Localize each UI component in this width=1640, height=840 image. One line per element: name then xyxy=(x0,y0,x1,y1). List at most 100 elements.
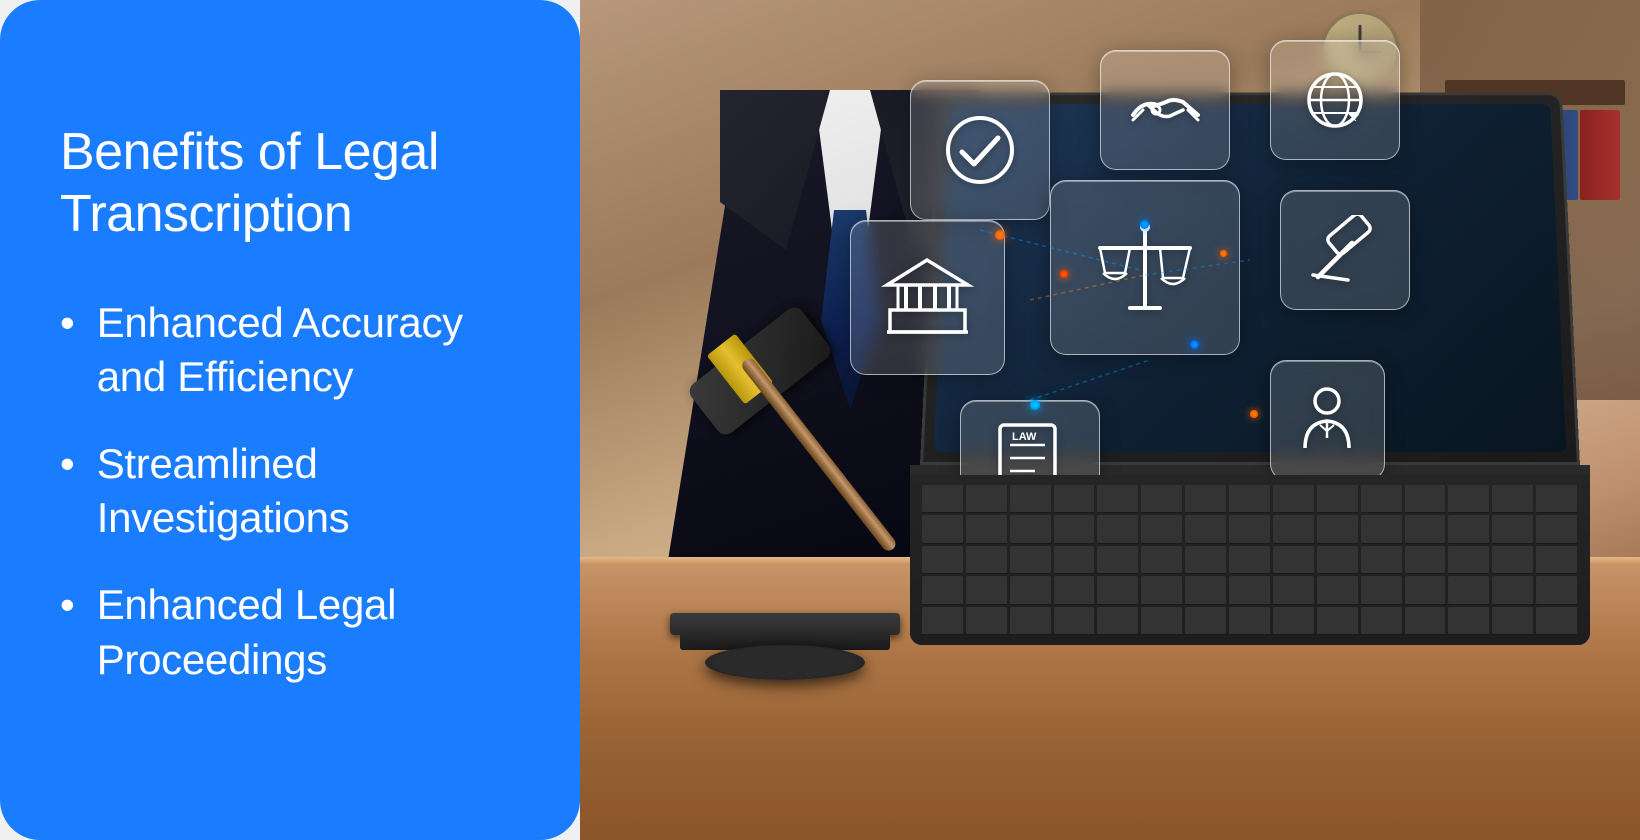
particle-dot-2 xyxy=(1060,270,1068,278)
keyboard-key xyxy=(1141,607,1183,635)
keyboard-key xyxy=(1405,576,1447,604)
keyboard-key xyxy=(1010,607,1052,635)
keyboard-key xyxy=(1229,546,1271,574)
keyboard-key xyxy=(1054,515,1096,543)
keyboard-key xyxy=(1273,515,1315,543)
keyboard-key xyxy=(1492,576,1534,604)
keyboard-key xyxy=(1273,576,1315,604)
benefits-panel: Benefits of Legal Transcription • Enhanc… xyxy=(0,0,580,840)
benefits-list: • Enhanced Accuracy and Efficiency • Str… xyxy=(60,296,530,720)
keyboard-key xyxy=(1273,607,1315,635)
keyboard-key xyxy=(1054,576,1096,604)
keyboard-key xyxy=(1536,515,1578,543)
keyboard-key xyxy=(1229,515,1271,543)
keyboard-key xyxy=(1185,515,1227,543)
keyboard-key xyxy=(1141,515,1183,543)
keyboard-key xyxy=(1229,607,1271,635)
keyboard-key xyxy=(1141,576,1183,604)
scales-of-justice-icon xyxy=(1050,180,1240,355)
keyboard-key xyxy=(1097,546,1139,574)
keyboard-key xyxy=(922,607,964,635)
check-circle-icon xyxy=(910,80,1050,220)
keyboard-key xyxy=(1361,607,1403,635)
keyboard-key xyxy=(1405,485,1447,513)
keyboard-key xyxy=(1448,546,1490,574)
keyboard-key xyxy=(1141,546,1183,574)
keyboard-key xyxy=(1317,485,1359,513)
svg-text:LAW: LAW xyxy=(1012,431,1037,443)
keyboard-key xyxy=(966,515,1008,543)
keyboard-key xyxy=(1361,485,1403,513)
keyboard-key xyxy=(1317,607,1359,635)
keyboard-key xyxy=(1097,485,1139,513)
particle-dot-5 xyxy=(1030,400,1040,410)
keyboard-key xyxy=(922,485,964,513)
keyboard-key xyxy=(966,576,1008,604)
benefit-text-2: Streamlined Investigations xyxy=(97,437,530,546)
keyboard-key xyxy=(1448,576,1490,604)
keyboard-key xyxy=(1492,546,1534,574)
keyboard-key xyxy=(1361,515,1403,543)
bullet-3: • xyxy=(60,584,75,626)
benefit-item-3: • Enhanced Legal Proceedings xyxy=(60,578,530,687)
keyboard-key xyxy=(922,576,964,604)
keyboard-key xyxy=(1448,607,1490,635)
keyboard-key xyxy=(1405,515,1447,543)
keyboard-key xyxy=(1229,576,1271,604)
particle-dot-6 xyxy=(1250,410,1258,418)
globe-icon xyxy=(1270,40,1400,160)
keyboard-key xyxy=(1317,576,1359,604)
particle-dot-3 xyxy=(1140,220,1149,229)
laptop-keyboard xyxy=(910,475,1590,645)
keyboard-key xyxy=(1405,607,1447,635)
particle-dot-7 xyxy=(1190,340,1199,349)
keyboard-key xyxy=(1054,607,1096,635)
keyboard-key xyxy=(1317,515,1359,543)
keyboard-key xyxy=(1536,607,1578,635)
keyboard-key xyxy=(922,546,964,574)
keyboard-key xyxy=(1141,485,1183,513)
keyboard-key xyxy=(966,546,1008,574)
bullet-1: • xyxy=(60,302,75,344)
benefit-text-1: Enhanced Accuracy and Efficiency xyxy=(97,296,530,405)
particle-dot-4 xyxy=(1220,250,1227,257)
bullet-2: • xyxy=(60,443,75,485)
keyboard-key xyxy=(1361,576,1403,604)
keyboard-key xyxy=(966,607,1008,635)
keyboard-key xyxy=(1097,607,1139,635)
keyboard-key xyxy=(1097,576,1139,604)
handshake-icon xyxy=(1100,50,1230,170)
keyboard-key xyxy=(1273,546,1315,574)
panel-title: Benefits of Legal Transcription xyxy=(60,121,530,246)
keyboard-key xyxy=(1185,546,1227,574)
keyboard-key xyxy=(1448,485,1490,513)
keyboard-key xyxy=(1492,607,1534,635)
benefit-item-1: • Enhanced Accuracy and Efficiency xyxy=(60,296,530,405)
keyboard-key xyxy=(922,515,964,543)
keyboard-key xyxy=(1229,485,1271,513)
keyboard-key xyxy=(1185,576,1227,604)
keyboard-key xyxy=(1317,546,1359,574)
courthouse-icon xyxy=(850,220,1005,375)
keyboard-key xyxy=(1536,485,1578,513)
keyboard-key xyxy=(1010,546,1052,574)
gavel-small-icon xyxy=(1280,190,1410,310)
keyboard-key xyxy=(1054,485,1096,513)
keyboard-key xyxy=(1054,546,1096,574)
keyboard-key xyxy=(1010,576,1052,604)
photo-panel: LAW xyxy=(580,0,1640,840)
keyboard-key xyxy=(1185,485,1227,513)
benefit-text-3: Enhanced Legal Proceedings xyxy=(97,578,530,687)
keyboard-key xyxy=(1492,485,1534,513)
keyboard-key xyxy=(1536,546,1578,574)
keyboard-key xyxy=(1097,515,1139,543)
keyboard-key xyxy=(966,485,1008,513)
benefit-item-2: • Streamlined Investigations xyxy=(60,437,530,546)
keyboard-key xyxy=(1185,607,1227,635)
keyboard-key xyxy=(1010,485,1052,513)
keyboard-key xyxy=(1273,485,1315,513)
keyboard-key xyxy=(1492,515,1534,543)
particle-dot-1 xyxy=(995,230,1005,240)
keyboard-key xyxy=(1010,515,1052,543)
keyboard-key xyxy=(1448,515,1490,543)
